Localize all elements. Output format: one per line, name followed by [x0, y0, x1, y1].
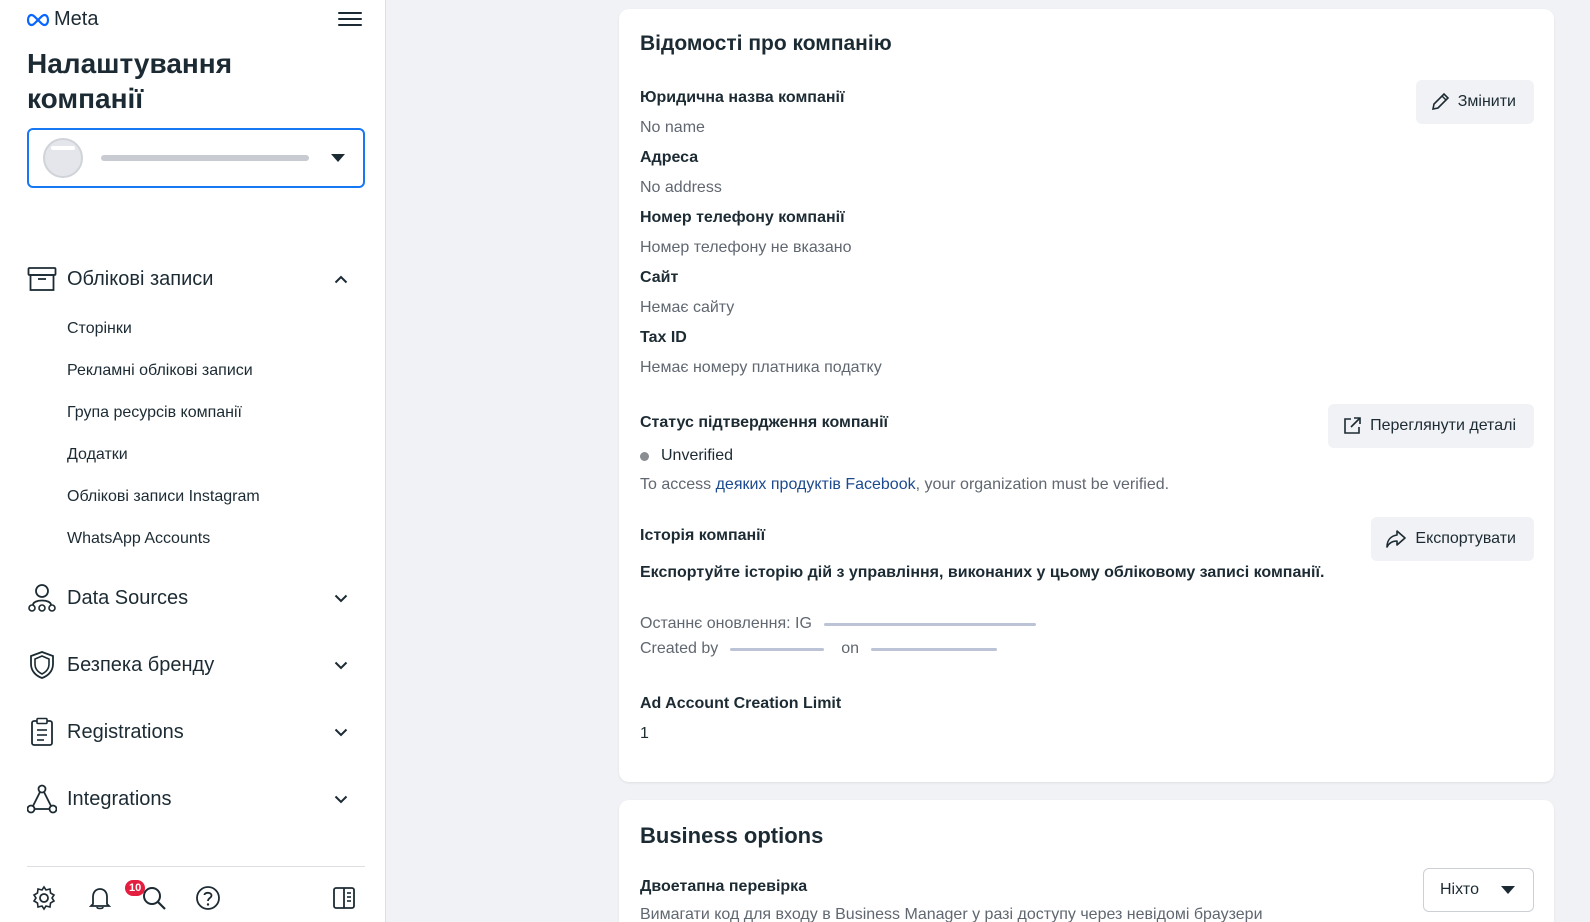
verification-note: To access деяких продуктів Facebook, you…: [640, 476, 1169, 494]
history-created-by: Created by on: [640, 640, 998, 658]
chevron-up-icon: [331, 269, 351, 289]
gear-icon[interactable]: [30, 884, 58, 912]
sidebar-item-pages[interactable]: Сторінки: [67, 317, 132, 341]
chevron-down-icon: [331, 588, 351, 608]
field-label-phone: Номер телефону компанії: [640, 209, 845, 226]
sidebar: Meta Налаштування компанії Облікові запи…: [0, 0, 386, 922]
two-factor-select-value: Ніхто: [1440, 881, 1479, 898]
field-label-website: Сайт: [640, 269, 679, 286]
field-value-tax-id: Немає номеру платника податку: [640, 359, 882, 376]
business-options-card: Business options Двоетапна перевірка Вим…: [619, 800, 1554, 922]
redacted-name: [823, 622, 1036, 626]
integrations-icon: [27, 784, 57, 814]
created-by-text: Created by: [640, 640, 719, 657]
collapse-panel-icon[interactable]: [330, 884, 358, 912]
meta-infinity-icon: [26, 13, 50, 26]
two-factor-select[interactable]: Ніхто: [1423, 868, 1534, 912]
external-link-icon: [1344, 417, 1361, 434]
export-button-label: Експортувати: [1415, 530, 1516, 547]
sidebar-bottom-bar: 10: [27, 880, 365, 914]
status-dot: [640, 451, 649, 461]
redacted-date: [871, 647, 998, 651]
pencil-icon: [1431, 92, 1449, 111]
business-account-select[interactable]: [27, 128, 365, 188]
field-value-website: Немає сайту: [640, 299, 735, 316]
ad-limit-label: Ad Account Creation Limit: [640, 695, 842, 712]
nav-section-label: Integrations: [67, 787, 172, 810]
sidebar-item-asset-groups[interactable]: Група ресурсів компанії: [67, 401, 242, 425]
last-updated-text: Останнє оновлення: IG: [640, 615, 812, 632]
page-title: Налаштування компанії: [27, 48, 233, 114]
field-label-tax-id: Tax ID: [640, 329, 687, 346]
meta-logo[interactable]: Meta: [26, 8, 98, 31]
search-icon[interactable]: [140, 884, 168, 912]
redacted-author: [730, 647, 825, 651]
business-avatar: [43, 138, 83, 178]
card-title: Відомості про компанію: [640, 32, 892, 55]
nav-section-label: Облікові записи: [67, 267, 214, 290]
caret-down-icon: [331, 154, 345, 162]
caret-down-icon: [1501, 886, 1515, 894]
two-factor-label: Двоетапна перевірка: [640, 878, 808, 895]
edit-button-label: Змінити: [1457, 93, 1516, 110]
history-description: Експортуйте історію дій з управління, ви…: [640, 564, 1325, 581]
nav-section-label: Registrations: [67, 720, 184, 743]
nav-section-registrations[interactable]: Registrations: [27, 710, 365, 754]
verification-note-suffix: , your organization must be verified.: [915, 476, 1170, 493]
view-details-button[interactable]: Переглянути деталі: [1328, 404, 1534, 448]
ad-limit-value: 1: [640, 725, 649, 742]
view-details-label: Переглянути деталі: [1370, 417, 1516, 434]
two-factor-description: Вимагати код для входу в Business Manage…: [640, 906, 1263, 922]
shield-icon: [27, 650, 57, 680]
archive-icon: [27, 264, 57, 294]
field-label-address: Адреса: [640, 149, 699, 166]
field-value-legal-name: No name: [640, 119, 705, 136]
nav-section-brand-safety[interactable]: Безпека бренду: [27, 643, 365, 687]
clipboard-icon: [27, 717, 57, 747]
sidebar-item-whatsapp-accounts[interactable]: WhatsApp Accounts: [67, 527, 210, 551]
chevron-down-icon: [331, 789, 351, 809]
edit-button[interactable]: Змінити: [1415, 80, 1534, 124]
bell-icon[interactable]: [86, 884, 114, 912]
nav-section-label: Безпека бренду: [67, 653, 215, 676]
nav-section-accounts[interactable]: Облікові записи: [27, 257, 365, 301]
history-label: Історія компанії: [640, 527, 766, 544]
company-info-card: Відомості про компанію Змінити Юридична …: [619, 9, 1554, 782]
data-sources-icon: [27, 583, 57, 613]
sidebar-item-instagram-accounts[interactable]: Облікові записи Instagram: [67, 485, 260, 509]
help-icon[interactable]: [194, 884, 222, 912]
facebook-products-link[interactable]: деяких продуктів Facebook: [716, 476, 916, 493]
chevron-down-icon: [331, 655, 351, 675]
sidebar-item-ad-accounts[interactable]: Рекламні облікові записи: [67, 359, 253, 383]
redacted-business-name: [101, 155, 309, 161]
sidebar-item-apps[interactable]: Додатки: [67, 443, 128, 467]
nav-section-data-sources[interactable]: Data Sources: [27, 576, 365, 620]
created-on-text: on: [841, 640, 860, 657]
field-value-address: No address: [640, 179, 722, 196]
verification-status: Unverified: [640, 447, 733, 465]
field-label-legal-name: Юридична назва компанії: [640, 89, 845, 106]
history-last-updated: Останнє оновлення: IG: [640, 615, 1036, 633]
nav-section-label: Data Sources: [67, 586, 189, 609]
export-button[interactable]: Експортувати: [1371, 517, 1534, 561]
nav-section-integrations[interactable]: Integrations: [27, 777, 365, 821]
menu-icon[interactable]: [338, 8, 362, 32]
field-value-phone: Номер телефону не вказано: [640, 239, 852, 256]
chevron-down-icon: [331, 722, 351, 742]
share-arrow-icon: [1386, 530, 1407, 548]
business-options-title: Business options: [640, 823, 824, 848]
verification-label: Статус підтвердження компанії: [640, 414, 889, 431]
meta-brand-text: Meta: [54, 8, 99, 30]
verification-status-text: Unverified: [661, 447, 734, 464]
verification-note-prefix: To access: [640, 476, 716, 493]
sidebar-divider: [27, 866, 365, 867]
